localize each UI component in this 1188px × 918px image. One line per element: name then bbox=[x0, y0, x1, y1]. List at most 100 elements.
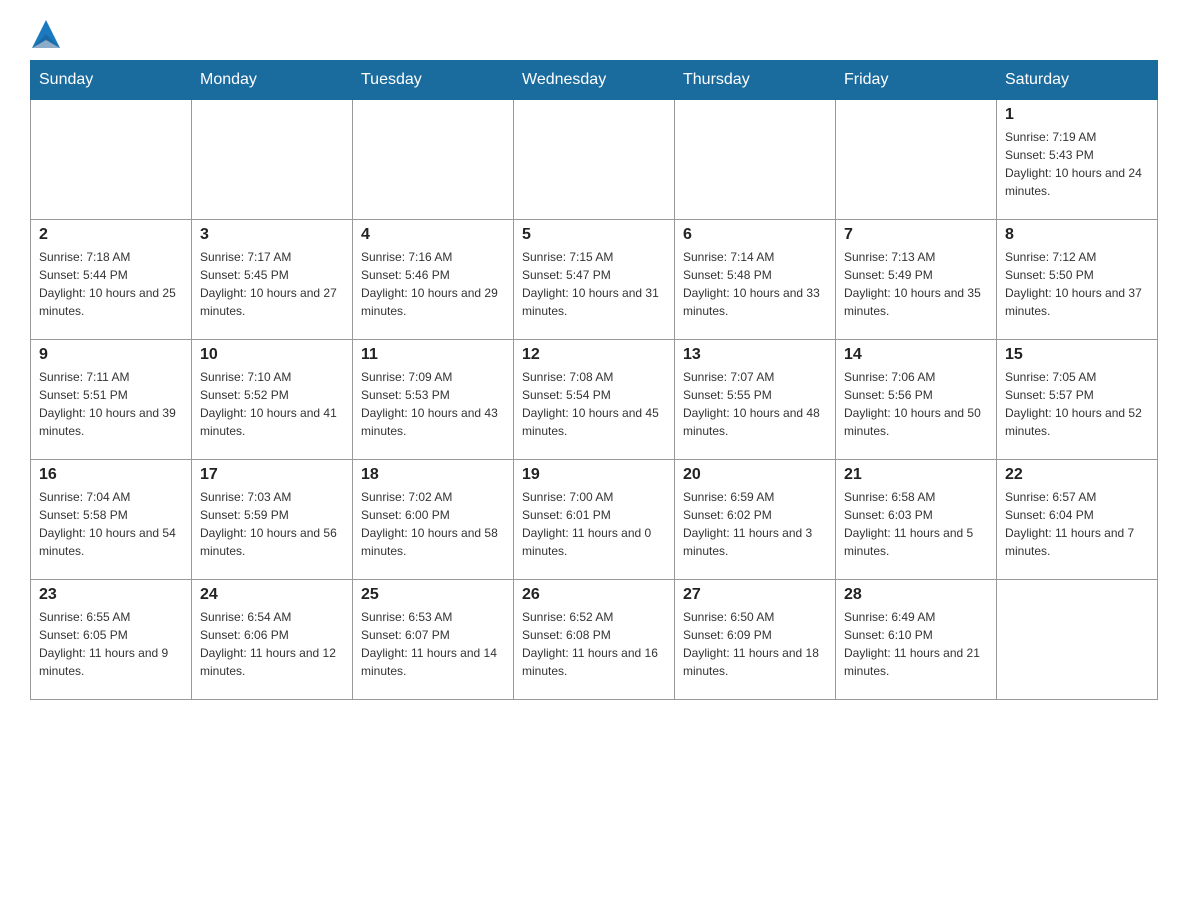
calendar-cell: 15 Sunrise: 7:05 AM Sunset: 5:57 PM Dayli… bbox=[997, 340, 1158, 460]
calendar-cell: 6Sunrise: 7:14 AM Sunset: 5:48 PM Daylig… bbox=[675, 220, 836, 340]
day-number: 8 bbox=[1005, 226, 1149, 244]
calendar-cell: 3 Sunrise: 7:17 AM Sunset: 5:45 PM Daylig… bbox=[192, 220, 353, 340]
day-number: 4 bbox=[361, 226, 505, 244]
day-number: 17 bbox=[200, 466, 344, 484]
day-info: Sunrise: 6:57 AM Sunset: 6:04 PM Dayligh… bbox=[1005, 488, 1149, 560]
calendar-cell: 5 Sunrise: 7:15 AM Sunset: 5:47 PM Daylig… bbox=[514, 220, 675, 340]
day-number: 7 bbox=[844, 226, 988, 244]
day-info: Sunrise: 7:16 AM Sunset: 5:46 PM Dayligh… bbox=[361, 248, 505, 320]
calendar-cell: 26 Sunrise: 6:52 AM Sunset: 6:08 PM Dayli… bbox=[514, 580, 675, 700]
day-number: 19 bbox=[522, 466, 666, 484]
day-info: Sunrise: 7:06 AM Sunset: 5:56 PM Dayligh… bbox=[844, 368, 988, 440]
day-number: 1 bbox=[1005, 106, 1149, 124]
day-number: 6 bbox=[683, 226, 827, 244]
calendar-cell: 21 Sunrise: 6:58 AM Sunset: 6:03 PM Dayli… bbox=[836, 460, 997, 580]
day-number: 20 bbox=[683, 466, 827, 484]
day-info: Sunrise: 7:12 AM Sunset: 5:50 PM Dayligh… bbox=[1005, 248, 1149, 320]
calendar-cell: 2Sunrise: 7:18 AM Sunset: 5:44 PM Daylig… bbox=[31, 220, 192, 340]
day-header-monday: Monday bbox=[192, 61, 353, 100]
day-info: Sunrise: 6:53 AM Sunset: 6:07 PM Dayligh… bbox=[361, 608, 505, 680]
calendar-header-row: SundayMondayTuesdayWednesdayThursdayFrid… bbox=[31, 61, 1158, 100]
day-header-tuesday: Tuesday bbox=[353, 61, 514, 100]
calendar-cell: 9 Sunrise: 7:11 AM Sunset: 5:51 PM Daylig… bbox=[31, 340, 192, 460]
calendar-cell: 8 Sunrise: 7:12 AM Sunset: 5:50 PM Daylig… bbox=[997, 220, 1158, 340]
day-number: 5 bbox=[522, 226, 666, 244]
day-number: 24 bbox=[200, 586, 344, 604]
day-info: Sunrise: 6:58 AM Sunset: 6:03 PM Dayligh… bbox=[844, 488, 988, 560]
day-number: 22 bbox=[1005, 466, 1149, 484]
day-number: 14 bbox=[844, 346, 988, 364]
calendar-cell: 18 Sunrise: 7:02 AM Sunset: 6:00 PM Dayli… bbox=[353, 460, 514, 580]
day-info: Sunrise: 7:13 AM Sunset: 5:49 PM Dayligh… bbox=[844, 248, 988, 320]
calendar-cell: 4 Sunrise: 7:16 AM Sunset: 5:46 PM Daylig… bbox=[353, 220, 514, 340]
day-info: Sunrise: 7:08 AM Sunset: 5:54 PM Dayligh… bbox=[522, 368, 666, 440]
day-info: Sunrise: 7:09 AM Sunset: 5:53 PM Dayligh… bbox=[361, 368, 505, 440]
day-info: Sunrise: 7:11 AM Sunset: 5:51 PM Dayligh… bbox=[39, 368, 183, 440]
calendar-week-1: 1 Sunrise: 7:19 AM Sunset: 5:43 PM Daylig… bbox=[31, 100, 1158, 220]
day-number: 15 bbox=[1005, 346, 1149, 364]
calendar-cell: 1 Sunrise: 7:19 AM Sunset: 5:43 PM Daylig… bbox=[997, 100, 1158, 220]
day-header-sunday: Sunday bbox=[31, 61, 192, 100]
calendar-cell: 7 Sunrise: 7:13 AM Sunset: 5:49 PM Daylig… bbox=[836, 220, 997, 340]
day-number: 23 bbox=[39, 586, 183, 604]
day-info: Sunrise: 7:02 AM Sunset: 6:00 PM Dayligh… bbox=[361, 488, 505, 560]
day-header-friday: Friday bbox=[836, 61, 997, 100]
calendar-cell: 27 Sunrise: 6:50 AM Sunset: 6:09 PM Dayli… bbox=[675, 580, 836, 700]
day-number: 16 bbox=[39, 466, 183, 484]
day-number: 27 bbox=[683, 586, 827, 604]
day-info: Sunrise: 7:04 AM Sunset: 5:58 PM Dayligh… bbox=[39, 488, 183, 560]
calendar-cell bbox=[997, 580, 1158, 700]
day-header-wednesday: Wednesday bbox=[514, 61, 675, 100]
day-info: Sunrise: 6:59 AM Sunset: 6:02 PM Dayligh… bbox=[683, 488, 827, 560]
day-number: 13 bbox=[683, 346, 827, 364]
calendar-cell bbox=[514, 100, 675, 220]
calendar-week-2: 2Sunrise: 7:18 AM Sunset: 5:44 PM Daylig… bbox=[31, 220, 1158, 340]
calendar-cell: 12 Sunrise: 7:08 AM Sunset: 5:54 PM Dayli… bbox=[514, 340, 675, 460]
day-info: Sunrise: 6:52 AM Sunset: 6:08 PM Dayligh… bbox=[522, 608, 666, 680]
day-info: Sunrise: 7:17 AM Sunset: 5:45 PM Dayligh… bbox=[200, 248, 344, 320]
calendar-week-5: 23 Sunrise: 6:55 AM Sunset: 6:05 PM Dayli… bbox=[31, 580, 1158, 700]
calendar-week-4: 16 Sunrise: 7:04 AM Sunset: 5:58 PM Dayli… bbox=[31, 460, 1158, 580]
day-number: 9 bbox=[39, 346, 183, 364]
calendar-week-3: 9 Sunrise: 7:11 AM Sunset: 5:51 PM Daylig… bbox=[31, 340, 1158, 460]
day-info: Sunrise: 7:03 AM Sunset: 5:59 PM Dayligh… bbox=[200, 488, 344, 560]
calendar-cell: 14 Sunrise: 7:06 AM Sunset: 5:56 PM Dayli… bbox=[836, 340, 997, 460]
day-number: 10 bbox=[200, 346, 344, 364]
calendar-cell: 20 Sunrise: 6:59 AM Sunset: 6:02 PM Dayli… bbox=[675, 460, 836, 580]
day-header-saturday: Saturday bbox=[997, 61, 1158, 100]
day-info: Sunrise: 7:10 AM Sunset: 5:52 PM Dayligh… bbox=[200, 368, 344, 440]
calendar-cell: 10 Sunrise: 7:10 AM Sunset: 5:52 PM Dayli… bbox=[192, 340, 353, 460]
day-info: Sunrise: 6:50 AM Sunset: 6:09 PM Dayligh… bbox=[683, 608, 827, 680]
calendar-cell bbox=[353, 100, 514, 220]
calendar-cell: 13 Sunrise: 7:07 AM Sunset: 5:55 PM Dayli… bbox=[675, 340, 836, 460]
day-number: 3 bbox=[200, 226, 344, 244]
calendar-cell: 28 Sunrise: 6:49 AM Sunset: 6:10 PM Dayli… bbox=[836, 580, 997, 700]
calendar-table: SundayMondayTuesdayWednesdayThursdayFrid… bbox=[30, 60, 1158, 700]
day-number: 25 bbox=[361, 586, 505, 604]
calendar-cell: 23 Sunrise: 6:55 AM Sunset: 6:05 PM Dayli… bbox=[31, 580, 192, 700]
page-header bbox=[30, 20, 1158, 48]
calendar-cell: 16 Sunrise: 7:04 AM Sunset: 5:58 PM Dayli… bbox=[31, 460, 192, 580]
day-info: Sunrise: 7:00 AM Sunset: 6:01 PM Dayligh… bbox=[522, 488, 666, 560]
calendar-cell bbox=[192, 100, 353, 220]
calendar-cell: 11Sunrise: 7:09 AM Sunset: 5:53 PM Dayli… bbox=[353, 340, 514, 460]
calendar-cell bbox=[31, 100, 192, 220]
calendar-cell: 19 Sunrise: 7:00 AM Sunset: 6:01 PM Dayli… bbox=[514, 460, 675, 580]
day-number: 21 bbox=[844, 466, 988, 484]
day-number: 18 bbox=[361, 466, 505, 484]
calendar-cell bbox=[675, 100, 836, 220]
logo-icon bbox=[32, 20, 60, 48]
day-number: 26 bbox=[522, 586, 666, 604]
calendar-cell bbox=[836, 100, 997, 220]
day-info: Sunrise: 7:15 AM Sunset: 5:47 PM Dayligh… bbox=[522, 248, 666, 320]
day-info: Sunrise: 6:49 AM Sunset: 6:10 PM Dayligh… bbox=[844, 608, 988, 680]
day-info: Sunrise: 7:19 AM Sunset: 5:43 PM Dayligh… bbox=[1005, 128, 1149, 200]
day-info: Sunrise: 7:07 AM Sunset: 5:55 PM Dayligh… bbox=[683, 368, 827, 440]
day-number: 2 bbox=[39, 226, 183, 244]
day-info: Sunrise: 6:55 AM Sunset: 6:05 PM Dayligh… bbox=[39, 608, 183, 680]
day-number: 28 bbox=[844, 586, 988, 604]
day-number: 12 bbox=[522, 346, 666, 364]
day-info: Sunrise: 7:05 AM Sunset: 5:57 PM Dayligh… bbox=[1005, 368, 1149, 440]
calendar-cell: 25 Sunrise: 6:53 AM Sunset: 6:07 PM Dayli… bbox=[353, 580, 514, 700]
day-info: Sunrise: 6:54 AM Sunset: 6:06 PM Dayligh… bbox=[200, 608, 344, 680]
